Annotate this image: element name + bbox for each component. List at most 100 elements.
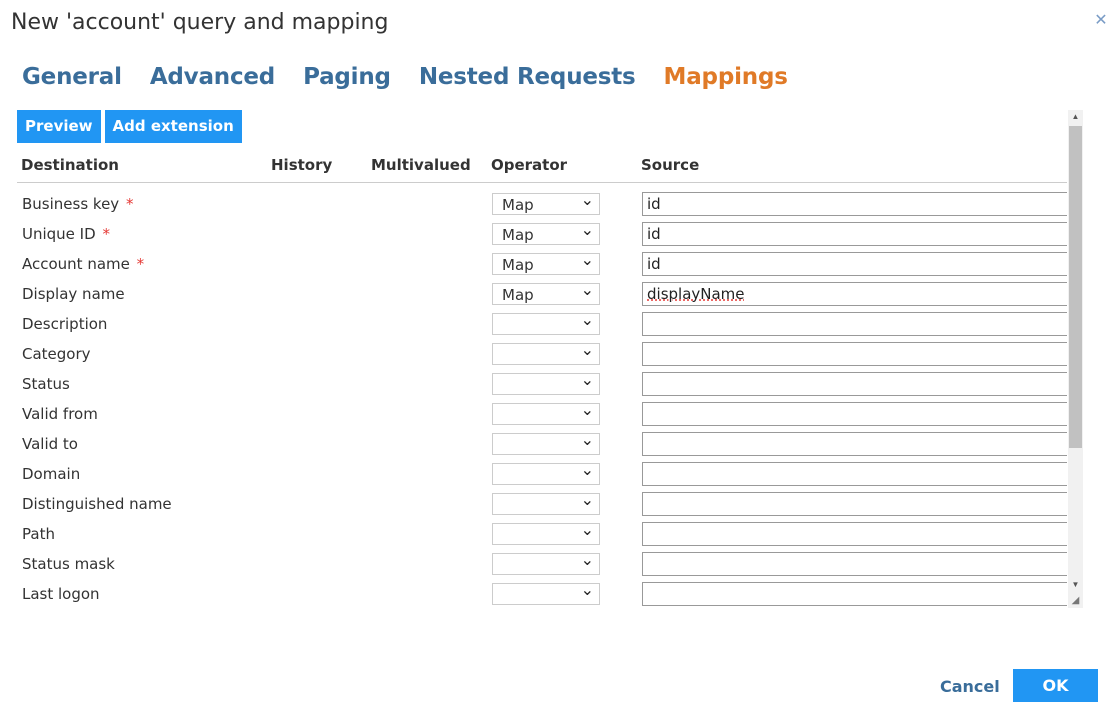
chevron-down-icon: ⌄ <box>580 522 594 539</box>
source-value: displayName <box>647 285 745 303</box>
table-row: Status mask ⌄ <box>17 550 1067 580</box>
tab-general[interactable]: General <box>22 64 122 90</box>
source-input[interactable] <box>642 462 1067 486</box>
row-label-text: Last logon <box>22 585 100 603</box>
row-label: Status mask <box>22 555 115 573</box>
source-input[interactable] <box>642 522 1067 546</box>
table-row: Category ⌄ <box>17 340 1067 370</box>
table-row: Valid to ⌄ <box>17 430 1067 460</box>
chevron-down-icon: ⌄ <box>580 492 594 509</box>
resize-handle-icon[interactable]: ◢ <box>1069 594 1082 607</box>
chevron-down-icon: ⌄ <box>580 462 594 479</box>
chevron-down-icon: ⌄ <box>580 282 594 299</box>
row-label-text: Valid to <box>22 435 78 453</box>
source-value: id <box>647 255 661 273</box>
mapping-grid: Destination History Multivalued Operator… <box>17 148 1067 606</box>
source-input[interactable] <box>642 492 1067 516</box>
row-label-text: Status mask <box>22 555 115 573</box>
operator-select[interactable]: ⌄ <box>492 492 600 515</box>
cancel-button[interactable]: Cancel <box>940 677 1000 696</box>
source-input[interactable]: displayName <box>642 282 1067 306</box>
row-label: Status <box>22 375 70 393</box>
dialog-title: New 'account' query and mapping <box>11 10 389 35</box>
table-row: Last logon ⌄ <box>17 580 1067 606</box>
row-label-text: Business key <box>22 195 120 213</box>
scroll-down-icon[interactable]: ▼ <box>1068 578 1083 592</box>
source-input[interactable]: id <box>642 252 1067 276</box>
tab-advanced[interactable]: Advanced <box>150 64 275 90</box>
scroll-up-icon[interactable]: ▲ <box>1068 110 1083 124</box>
operator-select[interactable]: Map ⌄ <box>492 192 600 215</box>
operator-select[interactable]: ⌄ <box>492 582 600 605</box>
tab-bar: General Advanced Paging Nested Requests … <box>22 64 788 90</box>
row-label-text: Distinguished name <box>22 495 172 513</box>
tab-nested-requests[interactable]: Nested Requests <box>419 64 636 90</box>
column-operator: Operator <box>491 156 568 174</box>
row-label-text: Description <box>22 315 108 333</box>
operator-select[interactable]: Map ⌄ <box>492 282 600 305</box>
tab-paging[interactable]: Paging <box>303 64 391 90</box>
operator-select[interactable]: Map ⌄ <box>492 252 600 275</box>
column-destination: Destination <box>21 156 119 174</box>
table-row: Business key * Map ⌄ id <box>17 190 1067 220</box>
operator-select[interactable]: ⌄ <box>492 432 600 455</box>
operator-select[interactable]: Map ⌄ <box>492 222 600 245</box>
row-label: Description <box>22 315 107 333</box>
source-input[interactable] <box>642 312 1067 336</box>
vertical-scrollbar[interactable]: ▲ ▼ <box>1068 110 1083 608</box>
row-label-text: Status <box>22 375 70 393</box>
row-label-text: Domain <box>22 465 81 483</box>
operator-select[interactable]: ⌄ <box>492 522 600 545</box>
table-row: Account name * Map ⌄ id <box>17 250 1067 280</box>
row-label-text: Display name <box>22 285 125 303</box>
operator-value: Map <box>502 196 534 214</box>
chevron-down-icon: ⌄ <box>580 432 594 449</box>
column-history: History <box>271 156 333 174</box>
column-source: Source <box>641 156 700 174</box>
chevron-down-icon: ⌄ <box>580 192 594 209</box>
row-label: Distinguished name <box>22 495 172 513</box>
ok-button[interactable]: OK <box>1013 669 1098 702</box>
table-row: Unique ID * Map ⌄ id <box>17 220 1067 250</box>
required-marker: * <box>125 195 134 213</box>
operator-value: Map <box>502 256 534 274</box>
table-row: Description ⌄ <box>17 310 1067 340</box>
operator-select[interactable]: ⌄ <box>492 462 600 485</box>
source-input[interactable]: id <box>642 192 1067 216</box>
operator-select[interactable]: ⌄ <box>492 402 600 425</box>
table-row: Display name Map ⌄ displayName <box>17 280 1067 310</box>
row-label: Unique ID * <box>22 225 110 243</box>
required-marker: * <box>136 255 145 273</box>
source-input[interactable] <box>642 342 1067 366</box>
operator-select[interactable]: ⌄ <box>492 372 600 395</box>
source-input[interactable] <box>642 582 1067 606</box>
source-input[interactable] <box>642 432 1067 456</box>
source-value: id <box>647 225 661 243</box>
tab-mappings[interactable]: Mappings <box>664 64 788 90</box>
chevron-down-icon: ⌄ <box>580 312 594 329</box>
source-input[interactable] <box>642 372 1067 396</box>
close-icon[interactable]: ✕ <box>1094 13 1108 29</box>
source-input[interactable] <box>642 552 1067 576</box>
row-label: Path <box>22 525 55 543</box>
source-value: id <box>647 195 661 213</box>
row-label: Valid to <box>22 435 78 453</box>
operator-select[interactable]: ⌄ <box>492 552 600 575</box>
row-label: Account name * <box>22 255 144 273</box>
source-input[interactable]: id <box>642 222 1067 246</box>
operator-select[interactable]: ⌄ <box>492 312 600 335</box>
required-marker: * <box>102 225 110 243</box>
operator-value: Map <box>502 226 534 244</box>
row-label-text: Unique ID <box>22 225 96 243</box>
add-extension-button[interactable]: Add extension <box>104 110 242 143</box>
operator-select[interactable]: ⌄ <box>492 342 600 365</box>
preview-button[interactable]: Preview <box>17 110 101 143</box>
chevron-down-icon: ⌄ <box>580 222 594 239</box>
table-row: Domain ⌄ <box>17 460 1067 490</box>
source-input[interactable] <box>642 402 1067 426</box>
row-label-text: Path <box>22 525 55 543</box>
row-label: Category <box>22 345 91 363</box>
row-label: Last logon <box>22 585 100 603</box>
scroll-thumb[interactable] <box>1069 126 1082 448</box>
row-label: Display name <box>22 285 125 303</box>
